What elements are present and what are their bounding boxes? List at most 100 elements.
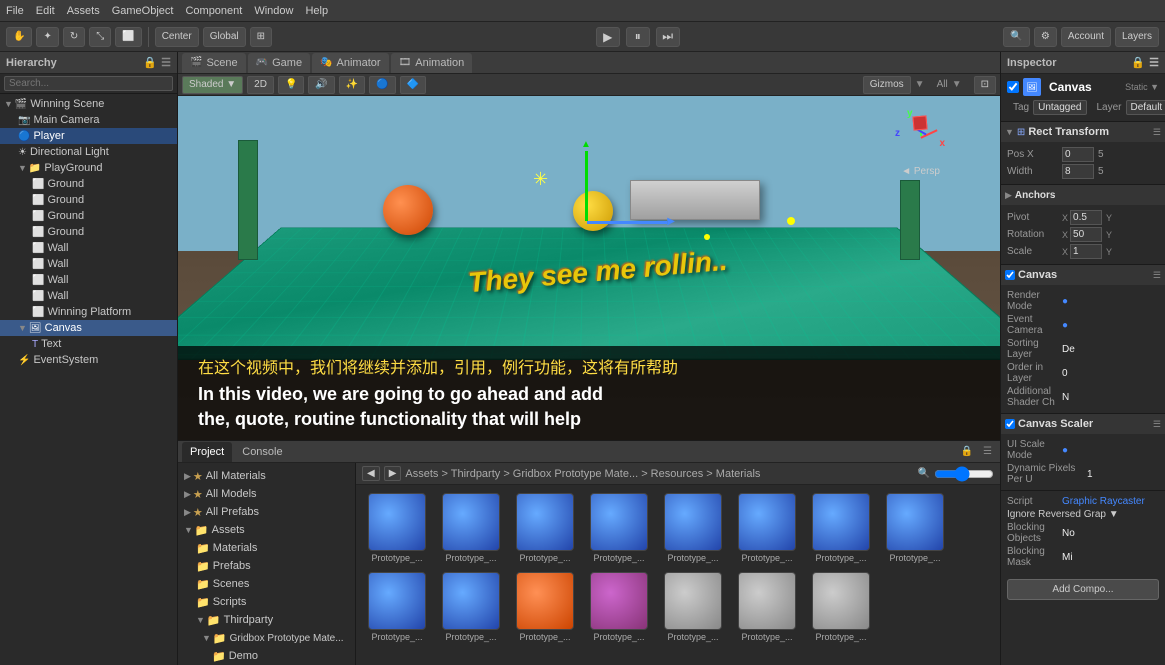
- hierarchy-item-wall1[interactable]: ⬜ Wall: [0, 240, 177, 256]
- event-camera-value[interactable]: ●: [1062, 320, 1068, 331]
- menu-file[interactable]: File: [6, 5, 24, 17]
- scale-tool[interactable]: ⤡: [89, 27, 111, 47]
- hierarchy-item-ground3[interactable]: ⬜ Ground: [0, 208, 177, 224]
- asset-item-5[interactable]: Prototype_...: [658, 491, 728, 566]
- asset-item-7[interactable]: Prototype_...: [806, 491, 876, 566]
- layer-value[interactable]: Default: [1126, 100, 1165, 115]
- tab-animation[interactable]: 🎞 Animation: [391, 53, 473, 73]
- menu-assets[interactable]: Assets: [67, 5, 100, 17]
- global-button[interactable]: Global: [203, 27, 246, 47]
- rotation-x-input[interactable]: [1070, 227, 1102, 242]
- search-button[interactable]: 🔍: [1003, 27, 1029, 47]
- center-button[interactable]: Center: [155, 27, 199, 47]
- assets-zoom-slider[interactable]: [934, 466, 994, 482]
- scene-icon2[interactable]: 🔷: [400, 76, 426, 94]
- hierarchy-search[interactable]: [4, 76, 173, 91]
- anchors-header[interactable]: ▶ Anchors: [1001, 185, 1165, 205]
- pivot-x-input[interactable]: [1070, 210, 1102, 225]
- asset-item-11[interactable]: Prototype_...: [510, 570, 580, 645]
- menu-component[interactable]: Component: [185, 5, 242, 17]
- tab-scene[interactable]: 🎬 Scene: [182, 53, 246, 73]
- pos-x-input[interactable]: [1062, 147, 1094, 162]
- hierarchy-item-eventsystem[interactable]: ⚡ EventSystem: [0, 352, 177, 368]
- project-item-demo[interactable]: 📁 Demo: [182, 647, 351, 665]
- pause-button[interactable]: ⏸: [626, 27, 650, 47]
- assets-back-button[interactable]: ◀: [362, 466, 380, 481]
- add-component-button[interactable]: Add Compo...: [1007, 579, 1159, 600]
- project-item-assets[interactable]: ▼ 📁 Assets: [182, 521, 351, 539]
- asset-item-3[interactable]: Prototype_...: [510, 491, 580, 566]
- play-button[interactable]: ▶: [596, 27, 620, 47]
- script-value[interactable]: Graphic Raycaster: [1062, 496, 1145, 507]
- tag-value[interactable]: Untagged: [1033, 100, 1086, 115]
- project-item-all-prefabs[interactable]: ▶ ★ All Prefabs: [182, 503, 351, 521]
- tab-animator[interactable]: 🎭 Animator: [312, 53, 388, 73]
- account-button[interactable]: Account: [1061, 27, 1111, 47]
- hierarchy-item-canvas[interactable]: ▼ 🖼 Canvas: [0, 320, 177, 336]
- asset-item-9[interactable]: Prototype_...: [362, 570, 432, 645]
- canvas-scaler-header[interactable]: Canvas Scaler ☰: [1001, 414, 1165, 434]
- project-item-prefabs[interactable]: 📁 Prefabs: [182, 557, 351, 575]
- asset-item-8[interactable]: Prototype_...: [880, 491, 950, 566]
- project-item-thirdparty[interactable]: ▼ 📁 Thirdparty: [182, 611, 351, 629]
- ui-scale-value[interactable]: ●: [1062, 445, 1068, 456]
- hierarchy-item-ground2[interactable]: ⬜ Ground: [0, 192, 177, 208]
- hierarchy-item-wall4[interactable]: ⬜ Wall: [0, 288, 177, 304]
- project-item-scripts[interactable]: 📁 Scripts: [182, 593, 351, 611]
- object-active-checkbox[interactable]: [1007, 81, 1019, 93]
- fx-button[interactable]: ✨: [339, 76, 365, 94]
- rect-tool[interactable]: ⬜: [115, 27, 141, 47]
- hierarchy-item-winning-scene[interactable]: ▼ 🎬 Winning Scene: [0, 96, 177, 112]
- hierarchy-item-text[interactable]: T Text: [0, 336, 177, 352]
- asset-item-15[interactable]: Prototype_...: [806, 570, 876, 645]
- assets-forward-button[interactable]: ▶: [384, 466, 402, 481]
- project-item-all-models[interactable]: ▶ ★ All Models: [182, 485, 351, 503]
- hierarchy-item-wall3[interactable]: ⬜ Wall: [0, 272, 177, 288]
- tab-project[interactable]: Project: [182, 442, 232, 462]
- settings-button[interactable]: ⚙: [1034, 27, 1057, 47]
- layers-button[interactable]: Layers: [1115, 27, 1159, 47]
- shaded-button[interactable]: Shaded ▼: [182, 76, 243, 94]
- asset-item-4[interactable]: Prototype_...: [584, 491, 654, 566]
- project-item-materials[interactable]: 📁 Materials: [182, 539, 351, 557]
- scene-icon1[interactable]: 🔵: [369, 76, 395, 94]
- grid-button[interactable]: ⊞: [250, 27, 272, 47]
- hand-tool[interactable]: ✋: [6, 27, 32, 47]
- canvas-component-menu[interactable]: ☰: [1153, 270, 1161, 281]
- hierarchy-lock-icon[interactable]: 🔒: [143, 56, 157, 69]
- hierarchy-item-winning-platform[interactable]: ⬜ Winning Platform: [0, 304, 177, 320]
- hierarchy-item-directional-light[interactable]: ☀ Directional Light: [0, 144, 177, 160]
- canvas-component-header[interactable]: Canvas ☰: [1001, 265, 1165, 285]
- menu-gameobject[interactable]: GameObject: [112, 5, 174, 17]
- asset-item-10[interactable]: Prototype_...: [436, 570, 506, 645]
- menu-window[interactable]: Window: [254, 5, 293, 17]
- width-input[interactable]: [1062, 164, 1094, 179]
- canvas-checkbox[interactable]: [1005, 270, 1015, 280]
- asset-item-12[interactable]: Prototype_...: [584, 570, 654, 645]
- step-button[interactable]: ⏭: [656, 27, 680, 47]
- hierarchy-item-ground4[interactable]: ⬜ Ground: [0, 224, 177, 240]
- rect-transform-header[interactable]: ▼ ⊞ Rect Transform ☰: [1001, 122, 1165, 142]
- inspector-lock-icon[interactable]: 🔒: [1131, 56, 1145, 69]
- audio-button[interactable]: 🔊: [308, 76, 334, 94]
- project-item-scenes[interactable]: 📁 Scenes: [182, 575, 351, 593]
- scene-orientation-gizmo[interactable]: x y z: [895, 108, 945, 158]
- 2d-button[interactable]: 2D: [247, 76, 274, 94]
- hierarchy-item-player[interactable]: 🔵 Player: [0, 128, 177, 144]
- light-button[interactable]: 💡: [278, 76, 304, 94]
- inspector-menu-icon[interactable]: ☰: [1149, 56, 1159, 69]
- asset-item-6[interactable]: Prototype_...: [732, 491, 802, 566]
- hierarchy-menu-icon[interactable]: ☰: [161, 56, 171, 69]
- menu-help[interactable]: Help: [305, 5, 328, 17]
- project-item-all-materials[interactable]: ▶ ★ All Materials: [182, 467, 351, 485]
- asset-item-13[interactable]: Prototype_...: [658, 570, 728, 645]
- asset-item-2[interactable]: Prototype_...: [436, 491, 506, 566]
- tab-game[interactable]: 🎮 Game: [248, 53, 310, 73]
- hierarchy-item-main-camera[interactable]: 📷 Main Camera: [0, 112, 177, 128]
- bottom-panel-menu[interactable]: ☰: [979, 446, 996, 457]
- bottom-panel-lock[interactable]: 🔒: [957, 446, 977, 457]
- rect-transform-menu[interactable]: ☰: [1153, 127, 1161, 138]
- canvas-scaler-menu[interactable]: ☰: [1153, 419, 1161, 430]
- hierarchy-item-playground[interactable]: ▼ 📁 PlayGround: [0, 160, 177, 176]
- menu-edit[interactable]: Edit: [36, 5, 55, 17]
